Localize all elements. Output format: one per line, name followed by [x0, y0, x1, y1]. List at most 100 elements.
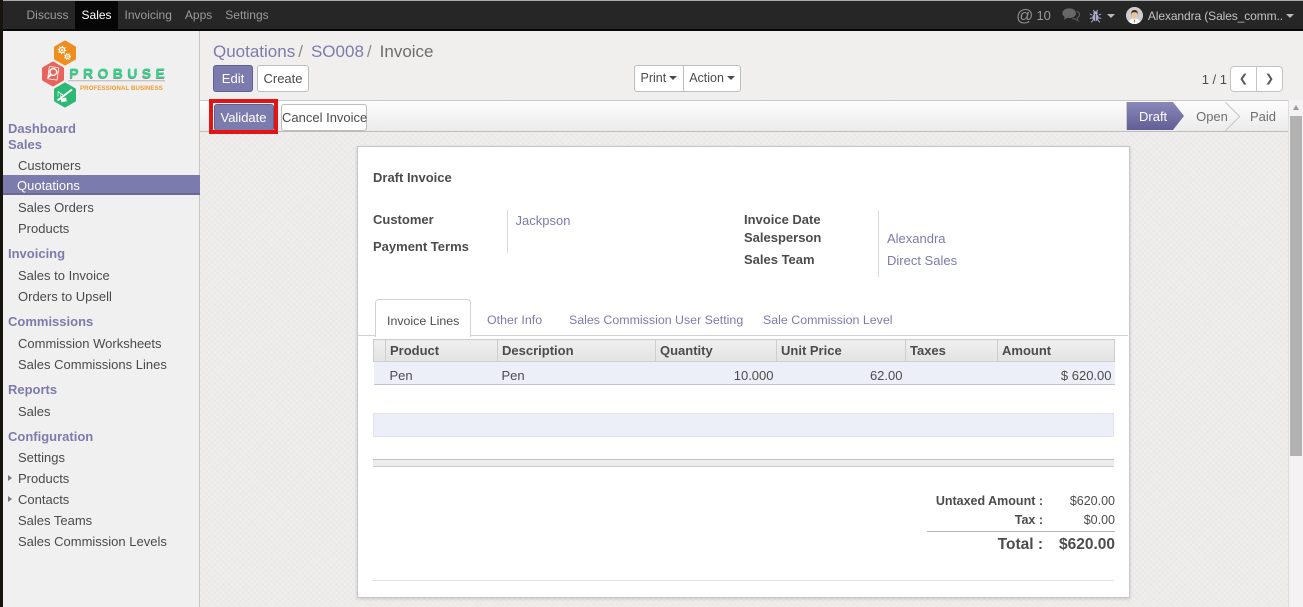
sidebar-item-products[interactable]: Products [3, 218, 199, 239]
notebook-tabs: Invoice Lines Other Info Sales Commissio… [358, 299, 1128, 336]
breadcrumb-so008[interactable]: SO008 [311, 42, 364, 61]
sheet-title: Draft Invoice [373, 170, 452, 185]
salesperson-value[interactable]: Alexandra [887, 231, 946, 246]
scrollbar-thumb[interactable] [1290, 116, 1302, 456]
description-column-header[interactable]: Description [498, 340, 656, 362]
sidebar-item-commission-worksheets[interactable]: Commission Worksheets [3, 333, 199, 354]
validate-annotation-box [209, 99, 279, 134]
breadcrumb-quotations[interactable]: Quotations [213, 42, 295, 61]
untaxed-amount-row: Untaxed Amount : $620.00 [885, 492, 1115, 511]
sidebar-item-orders-to-upsell[interactable]: Orders to Upsell [3, 286, 199, 307]
sidebar-item-customers[interactable]: Customers [3, 155, 199, 176]
window-left-edge [0, 0, 3, 607]
handle-column-header [374, 340, 386, 362]
pager-previous-button[interactable]: ❮ [1230, 66, 1257, 92]
mentions-count: 10 [1036, 8, 1050, 23]
status-paid[interactable]: Paid [1240, 102, 1286, 130]
invoice-line-row[interactable]: Pen Pen 10.000 62.00 $ 620.00 [374, 362, 1115, 385]
menu-sales[interactable]: Sales [75, 1, 118, 29]
sidebar-item-reports-sales[interactable]: Sales [3, 401, 199, 422]
tab-sales-commission-user-setting[interactable]: Sales Commission User Setting [569, 299, 743, 336]
pager-counter: 1 / 1 [1197, 72, 1227, 87]
table-header-row: Product Description Quantity Unit Price … [374, 340, 1115, 362]
sales-team-value[interactable]: Direct Sales [887, 253, 957, 268]
payment-terms-label: Payment Terms [373, 239, 469, 254]
sidebar-item-commissions-head[interactable]: Commissions [3, 314, 199, 330]
sidebar-item-label: Products [18, 471, 69, 486]
quantity-cell: 10.000 [656, 362, 777, 385]
create-button[interactable]: Create [257, 65, 309, 92]
taxes-cell [906, 362, 998, 385]
product-column-header[interactable]: Product [386, 340, 498, 362]
mentions-at-icon[interactable]: @ [1016, 6, 1033, 26]
scrollbar-up-arrow[interactable] [1289, 100, 1303, 115]
tab-other-info[interactable]: Other Info [487, 299, 542, 336]
row-handle-cell [374, 362, 386, 385]
tab-sale-commission-level[interactable]: Sale Commission Level [763, 299, 892, 336]
sidebar-item-reports-head[interactable]: Reports [3, 382, 199, 398]
invoice-sheet: Draft Invoice Customer Jackpson Payment … [357, 146, 1130, 598]
sidebar-item-sales-commission-levels[interactable]: Sales Commission Levels [3, 531, 199, 552]
invoice-lines-table: Product Description Quantity Unit Price … [373, 339, 1115, 385]
breadcrumb-separator: / [295, 42, 311, 61]
user-menu-caret-icon [1286, 14, 1294, 18]
action-dropdown-button[interactable]: Action [683, 65, 742, 92]
print-dropdown-button[interactable]: Print [634, 65, 684, 92]
edit-button[interactable]: Edit [213, 65, 253, 92]
menu-invoicing[interactable]: Invoicing [118, 1, 178, 29]
up-triangle-icon [1293, 105, 1299, 110]
menu-discuss[interactable]: Discuss [20, 1, 75, 29]
menu-apps[interactable]: Apps [178, 1, 218, 29]
taxes-column-header[interactable]: Taxes [906, 340, 998, 362]
total-value: $620.00 [1043, 533, 1115, 557]
sidebar-item-sales-head[interactable]: Sales [3, 137, 199, 153]
print-label: Print [641, 71, 667, 85]
sidebar-item-sales-to-invoice[interactable]: Sales to Invoice [3, 265, 199, 286]
status-widget: Draft Open Paid [1126, 102, 1286, 130]
action-label: Action [689, 71, 724, 85]
sidebar-item-quotations[interactable]: Quotations [2, 175, 200, 196]
notes-field[interactable] [373, 413, 1114, 437]
tab-invoice-lines[interactable]: Invoice Lines [375, 299, 471, 337]
sidebar-item-settings[interactable]: Settings [3, 447, 199, 468]
cancel-invoice-button[interactable]: Cancel Invoice [281, 104, 367, 131]
status-draft[interactable]: Draft [1127, 102, 1184, 130]
systray: @ 10 [1016, 1, 1294, 30]
customer-value[interactable]: Jackpson [516, 213, 571, 228]
quantity-column-header[interactable]: Quantity [656, 340, 777, 362]
product-cell: Pen [386, 362, 498, 385]
sidebar-item-dashboard[interactable]: Dashboard [3, 121, 199, 137]
sidebar-item-sales-commissions-lines[interactable]: Sales Commissions Lines [3, 354, 199, 375]
messages-chat-icon[interactable] [1062, 8, 1080, 23]
breadcrumb-separator: / [364, 42, 380, 61]
debug-caret-icon [1107, 14, 1115, 18]
sidebar-item-sales-teams[interactable]: Sales Teams [3, 510, 199, 531]
user-avatar[interactable] [1126, 7, 1143, 24]
menu-settings[interactable]: Settings [219, 1, 275, 29]
sidebar-item-config-contacts[interactable]: Contacts [3, 489, 199, 510]
vertical-scrollbar[interactable] [1288, 100, 1303, 607]
sidebar-item-sales-orders[interactable]: Sales Orders [3, 197, 199, 218]
main-menu: Discuss Sales Invoicing Apps Settings [20, 1, 275, 29]
total-label: Total : [998, 533, 1043, 557]
sales-team-label: Sales Team [744, 252, 815, 267]
unit-price-column-header[interactable]: Unit Price [777, 340, 906, 362]
probuse-logo[interactable]: PROBUSE PROBUSE PROFESSIONAL BUSINESS [36, 39, 168, 116]
unit-price-cell: 62.00 [777, 362, 906, 385]
pager-next-button[interactable]: ❯ [1256, 66, 1283, 92]
expand-caret-icon[interactable] [8, 496, 12, 502]
amount-column-header[interactable]: Amount [998, 340, 1115, 362]
left-sidebar: PROBUSE PROBUSE PROFESSIONAL BUSINESS Da… [0, 31, 200, 607]
customer-label: Customer [373, 212, 434, 227]
form-statusbar: Validate Cancel Invoice Draft Open Paid [200, 100, 1288, 132]
sidebar-item-config-products[interactable]: Products [3, 468, 199, 489]
sidebar-dropdowns: Print Action [634, 65, 741, 92]
user-name[interactable]: Alexandra (Sales_comm.. [1148, 9, 1283, 23]
breadcrumb-invoice: Invoice [380, 42, 434, 61]
sidebar-item-invoicing-head[interactable]: Invoicing [3, 246, 199, 262]
field-separator [507, 210, 508, 253]
expand-caret-icon[interactable] [8, 475, 12, 481]
sidebar-item-configuration-head[interactable]: Configuration [3, 429, 199, 445]
debug-bug-icon[interactable] [1089, 9, 1102, 23]
untaxed-amount-label: Untaxed Amount : [936, 492, 1043, 511]
